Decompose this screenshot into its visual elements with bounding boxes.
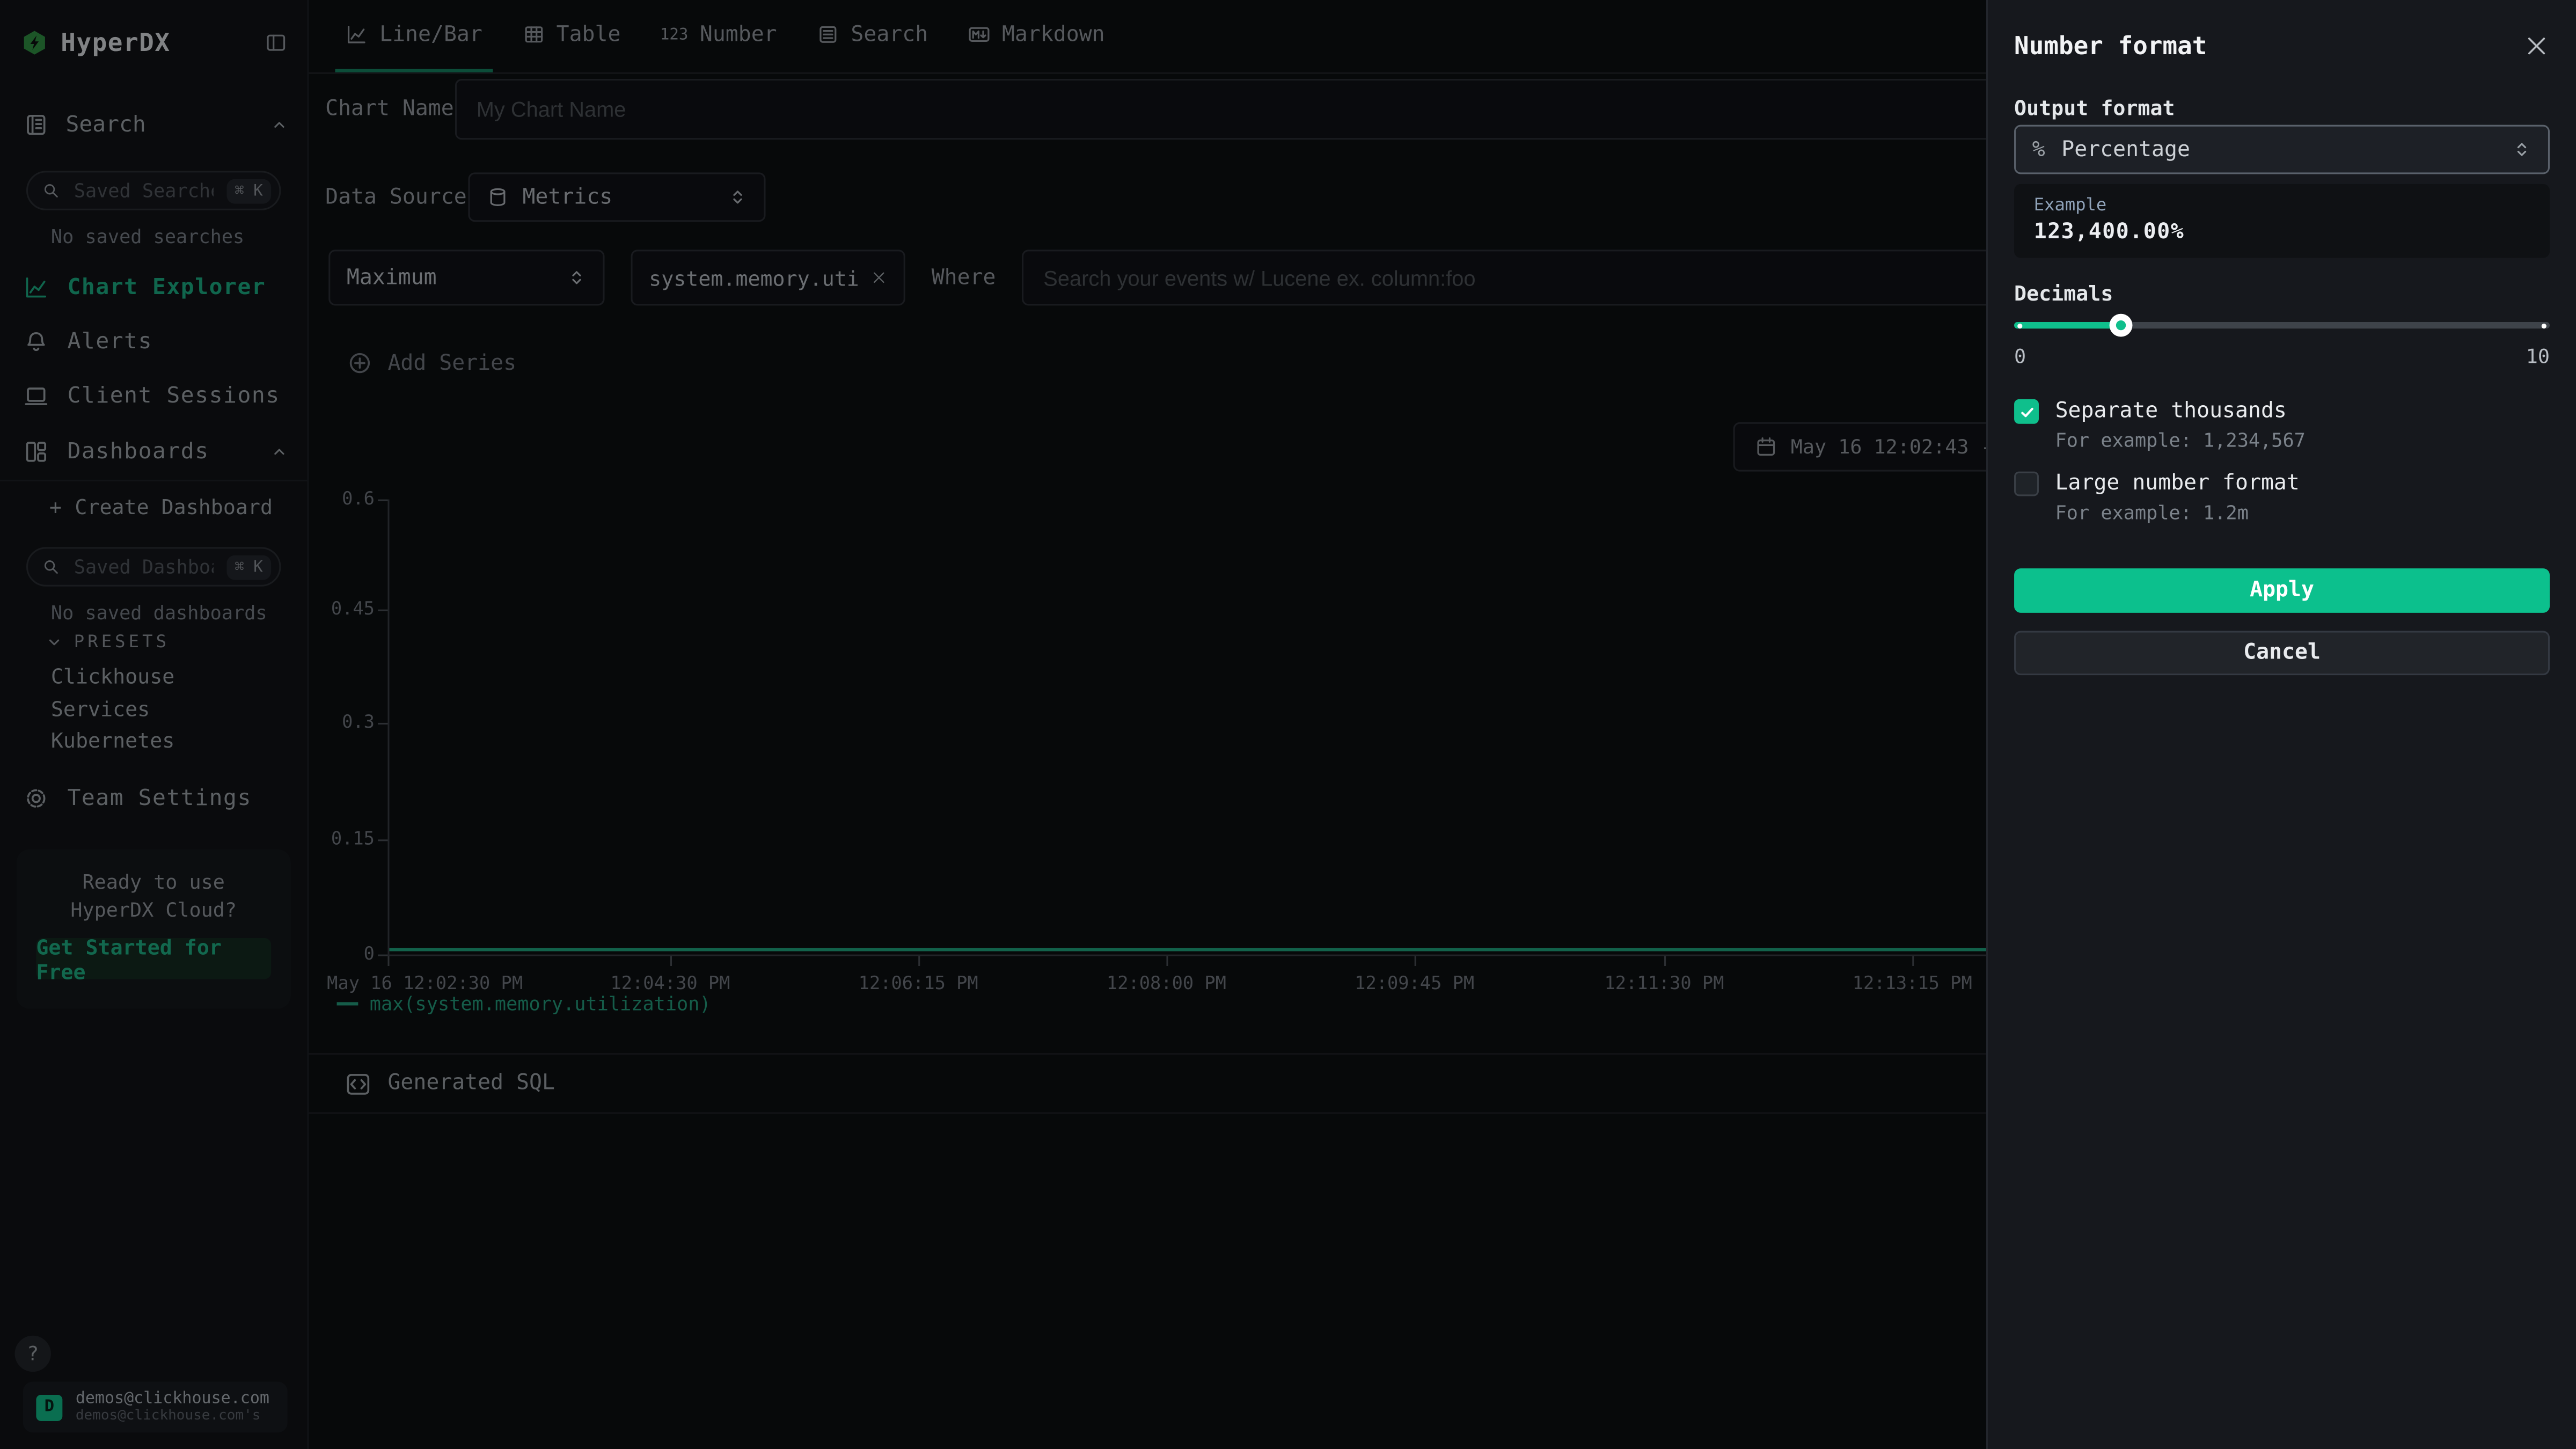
close-icon[interactable] (2523, 33, 2550, 59)
decimals-label: Decimals (2014, 281, 2550, 305)
screen-scaler: HyperDX Search ⌘ K No saved searches Cha… (0, 0, 2576, 1449)
slider-min-label: 0 (2014, 345, 2026, 368)
example-card: Example 123,400.00% (2014, 184, 2550, 258)
output-format-label: Output format (2014, 96, 2550, 120)
check-icon (2018, 404, 2035, 420)
separate-thousands-label[interactable]: Separate thousands (2055, 399, 2287, 424)
percent-icon: % (2032, 137, 2045, 162)
apply-button[interactable]: Apply (2014, 568, 2550, 613)
example-label: Example (2034, 195, 2530, 215)
decimals-slider[interactable] (2014, 312, 2550, 339)
output-format-value: Percentage (2061, 137, 2190, 162)
large-number-label[interactable]: Large number format (2055, 472, 2300, 496)
select-updown-icon (2512, 140, 2532, 159)
example-value: 123,400.00% (2034, 220, 2530, 245)
large-number-checkbox[interactable] (2014, 472, 2039, 496)
hyperdx-app: HyperDX Search ⌘ K No saved searches Cha… (0, 0, 2576, 1449)
large-number-hint: For example: 1.2m (2055, 501, 2550, 524)
slider-thumb[interactable] (2110, 314, 2133, 337)
number-format-panel: Number format Output format % Percentage… (1986, 0, 2576, 1449)
slider-fill (2014, 322, 2121, 328)
separate-thousands-row: Separate thousands (2014, 399, 2550, 424)
slider-max-label: 10 (2526, 345, 2550, 368)
large-number-row: Large number format (2014, 472, 2550, 496)
panel-title: Number format (2014, 31, 2207, 61)
cancel-button[interactable]: Cancel (2014, 631, 2550, 676)
separate-thousands-hint: For example: 1,234,567 (2055, 429, 2550, 452)
separate-thousands-checkbox[interactable] (2014, 399, 2039, 424)
output-format-select[interactable]: % Percentage (2014, 125, 2550, 174)
